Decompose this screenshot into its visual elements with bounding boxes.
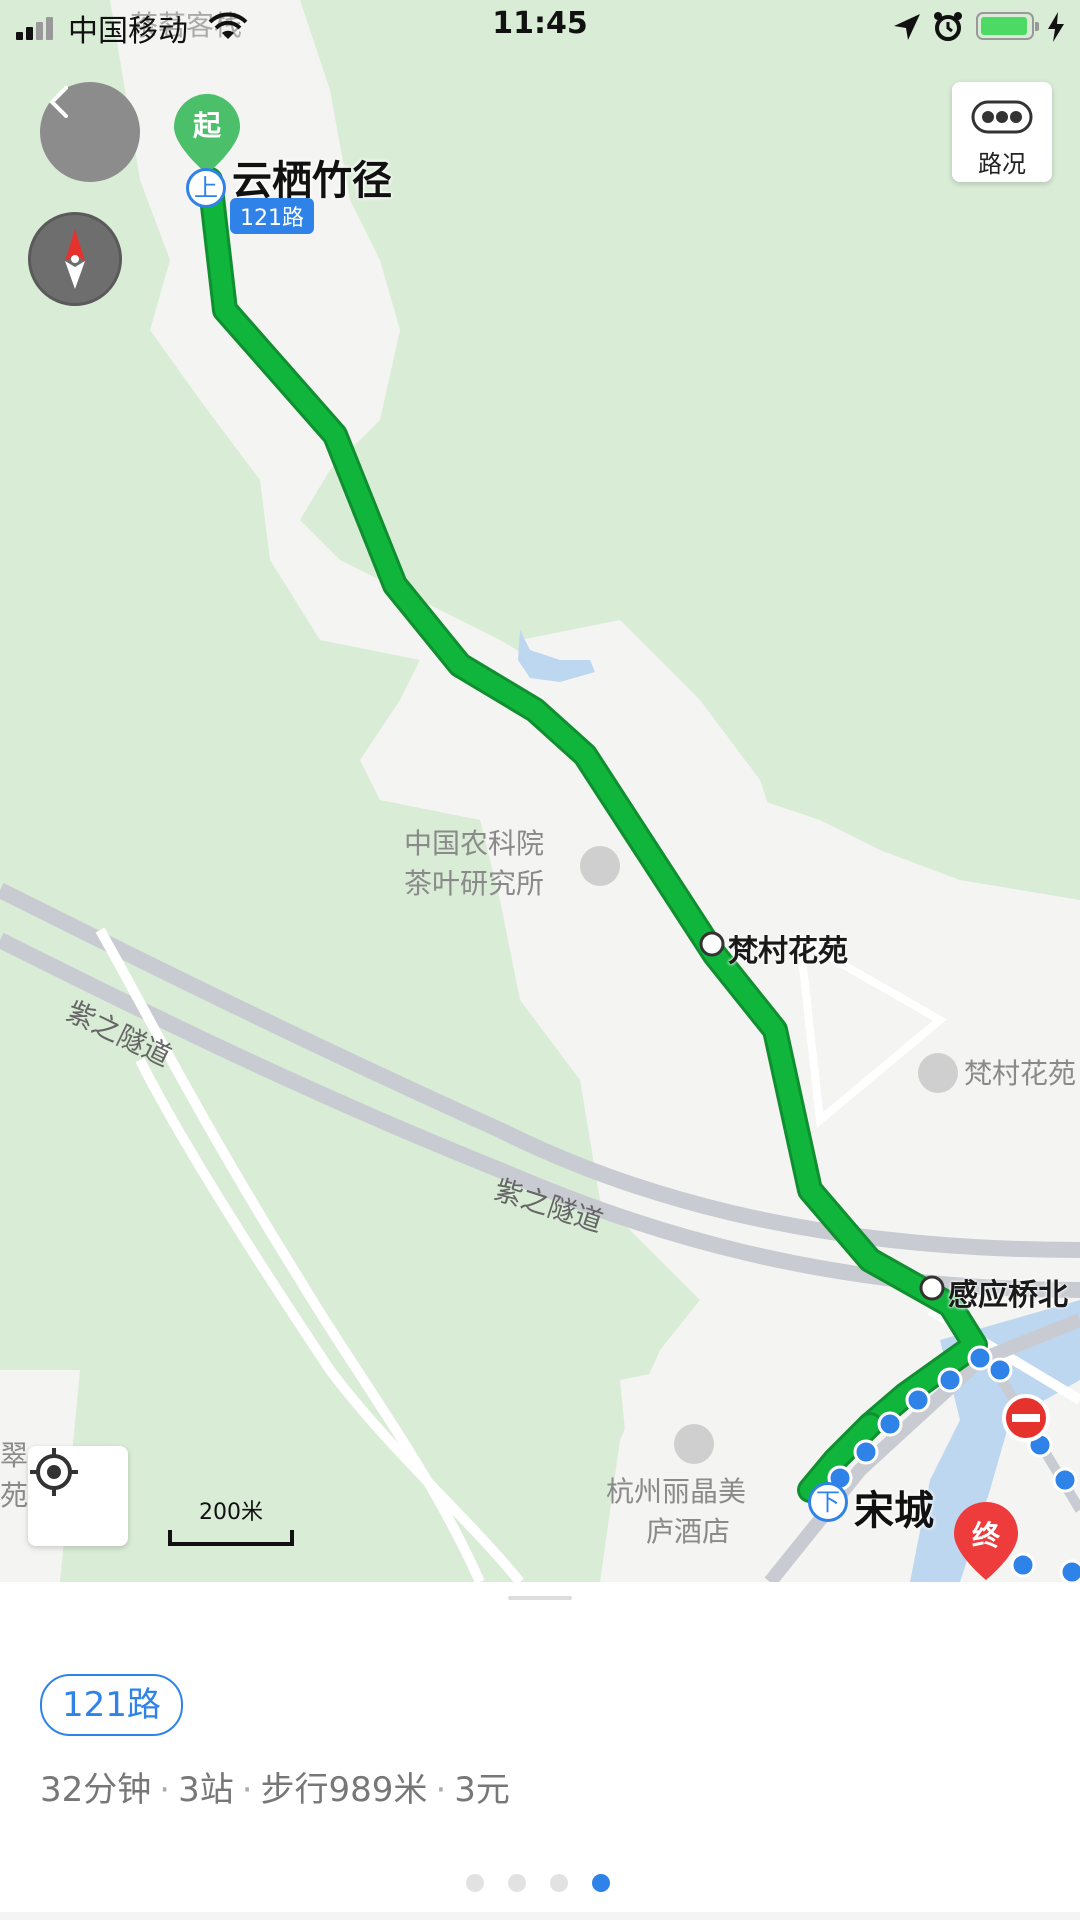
route-duration: 32分钟 (40, 1770, 152, 1810)
traffic-button[interactable]: 路况 (952, 82, 1052, 182)
page-indicator[interactable] (466, 1874, 634, 1896)
status-bar: 中国移动 11:45 (0, 0, 1080, 54)
panel-drag-handle[interactable] (508, 1596, 572, 1600)
stop-label-end[interactable]: 宋城 (854, 1478, 934, 1536)
compass-icon (65, 229, 85, 289)
compass-button[interactable] (28, 212, 122, 306)
poi-hotel[interactable]: 杭州丽晶美 庐酒店 (606, 1472, 746, 1552)
board-marker: 上 (186, 168, 226, 208)
page-dot[interactable] (466, 1874, 484, 1892)
stop-label-mid2[interactable]: 感应桥北 (948, 1270, 1068, 1314)
poi-tea-institute[interactable]: 中国农科院 茶叶研究所 (404, 824, 544, 904)
home-indicator (0, 1912, 1080, 1920)
chevron-left-icon (49, 86, 68, 118)
route-walk-distance: 步行989米 (260, 1770, 428, 1810)
battery-icon (976, 12, 1039, 40)
route-tag: 121路 (230, 198, 314, 234)
stop-label-mid1[interactable]: 梵村花苑 (728, 926, 848, 970)
map-scale: 200米 (168, 1494, 294, 1546)
charging-icon (1048, 12, 1064, 42)
route-stop-count: 3站 (178, 1770, 234, 1810)
page-dot[interactable] (550, 1874, 568, 1892)
map-canvas (0, 0, 1080, 1582)
route-fare: 3元 (454, 1770, 510, 1810)
map-scale-label: 200米 (199, 1500, 263, 1525)
back-button[interactable] (40, 82, 140, 182)
map-scale-bar (168, 1530, 294, 1546)
page-dot[interactable] (508, 1874, 526, 1892)
poi-fancun[interactable]: 梵村花苑 (964, 1054, 1076, 1094)
route-summary: 32分钟 · 3站 · 步行989米 · 3元 (40, 1770, 510, 1810)
alight-marker: 下 (808, 1482, 848, 1522)
page-dot-active[interactable] (592, 1874, 610, 1892)
locate-button[interactable] (28, 1446, 128, 1546)
location-arrow-icon (894, 14, 920, 40)
route-detail-panel[interactable]: 121路 32分钟 · 3站 · 步行989米 · 3元 (0, 1582, 1080, 1920)
traffic-button-label: 路况 (978, 150, 1026, 178)
locate-icon (30, 1448, 78, 1496)
alarm-icon (934, 12, 962, 41)
traffic-light-icon (971, 100, 1033, 134)
route-badge: 121路 (40, 1674, 183, 1736)
map-view[interactable]: 茶茗客栈 云栖竹径 121路 梵村花苑 感应桥北 宋城 中国农科院 茶叶研究所 … (0, 0, 1080, 1582)
